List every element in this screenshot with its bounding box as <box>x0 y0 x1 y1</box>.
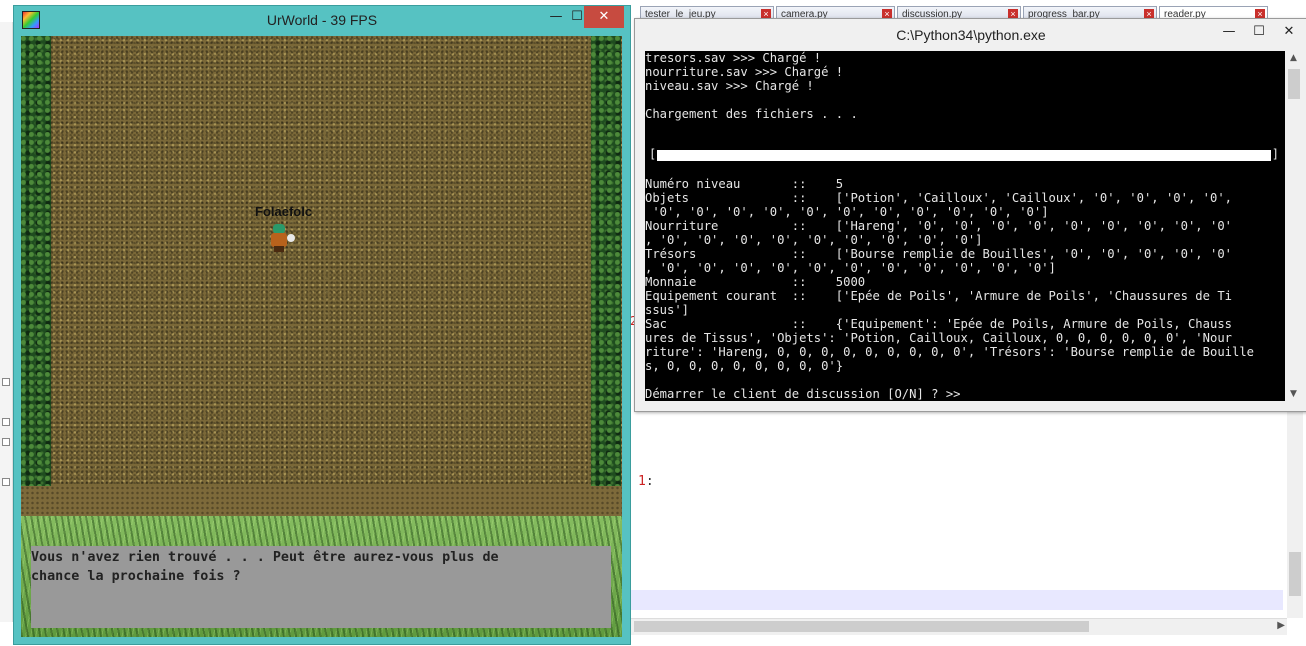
loading-progress-bar: [ ] <box>649 147 1279 161</box>
console-window[interactable]: C:\Python34\python.exe — ☐ ✕ tresors.sav… <box>634 18 1306 412</box>
scrollbar-thumb[interactable] <box>1288 69 1300 99</box>
player-character: Folaefolc <box>255 204 313 254</box>
maximize-button[interactable]: ☐ <box>1245 21 1273 43</box>
console-line: , '0', '0', '0', '0', '0', '0', '0', '0'… <box>645 261 1056 275</box>
console-line: Démarrer le client de discussion [O/N] ?… <box>645 387 968 401</box>
dialog-line: chance la prochaine fois ? <box>31 569 241 584</box>
minimize-button[interactable]: — <box>1215 21 1243 43</box>
editor-horizontal-scrollbar[interactable]: ▶ <box>630 618 1287 635</box>
progress-open-bracket: [ <box>649 147 657 161</box>
console-vertical-scrollbar[interactable]: ▲ ▼ <box>1286 51 1303 401</box>
fold-marker-icon[interactable] <box>2 418 10 426</box>
player-sprite-icon <box>267 224 295 254</box>
scroll-down-icon[interactable]: ▼ <box>1290 389 1297 399</box>
progress-fill <box>657 150 1271 161</box>
scroll-right-icon[interactable]: ▶ <box>1277 620 1285 631</box>
close-button[interactable]: ✕ <box>584 6 624 28</box>
console-line: Sac :: {'Equipement': 'Epée de Poils, Ar… <box>645 317 1232 331</box>
player-name-label: Folaefolc <box>255 204 313 219</box>
console-line: Chargement des fichiers . . . <box>645 107 858 121</box>
window-title: C:\Python34\python.exe <box>896 27 1046 43</box>
console-lines-top: tresors.sav >>> Chargé ! nourriture.sav >… <box>645 51 1285 149</box>
console-line: niveau.sav >>> Chargé ! <box>645 79 814 93</box>
console-line: tresors.sav >>> Chargé ! <box>645 51 822 65</box>
console-line: '0', '0', '0', '0', '0', '0', '0', '0', … <box>645 205 1049 219</box>
hedge-wall-left <box>21 36 51 486</box>
fold-marker-icon[interactable] <box>2 438 10 446</box>
scrollbar-thumb[interactable] <box>634 621 1089 632</box>
close-button[interactable]: ✕ <box>1275 21 1303 43</box>
line-number: 1: <box>638 474 654 489</box>
console-line: nourriture.sav >>> Chargé ! <box>645 65 844 79</box>
editor-vertical-scrollbar[interactable] <box>1287 410 1303 618</box>
fold-marker-icon[interactable] <box>2 378 10 386</box>
scrollbar-thumb[interactable] <box>1289 552 1301 596</box>
dialog-line: Vous n'avez rien trouvé . . . Peut être … <box>31 550 499 565</box>
dialog-text: Vous n'avez rien trouvé . . . Peut être … <box>31 546 611 586</box>
console-line: Objets :: ['Potion', 'Cailloux', 'Caillo… <box>645 191 1232 205</box>
window-title: UrWorld - 39 FPS <box>266 12 378 28</box>
console-line: riture': 'Hareng, 0, 0, 0, 0, 0, 0, 0, 0… <box>645 345 1255 359</box>
console-line: Nourriture :: ['Hareng', '0', '0', '0', … <box>645 219 1232 233</box>
console-lines-bottom: Numéro niveau :: 5 Objets :: ['Potion', '… <box>645 163 1254 401</box>
progress-close-bracket: ] <box>1271 147 1279 161</box>
console-output[interactable]: tresors.sav >>> Chargé ! nourriture.sav >… <box>645 51 1285 401</box>
console-line: , '0', '0', '0', '0', '0', '0', '0', '0'… <box>645 233 983 247</box>
dialog-box: Vous n'avez rien trouvé . . . Peut être … <box>31 546 611 628</box>
console-line: ssus'] <box>645 303 690 317</box>
current-line-highlight <box>630 590 1283 610</box>
console-line: s, 0, 0, 0, 0, 0, 0, 0, 0'} <box>645 359 844 373</box>
dirt-path <box>21 486 622 518</box>
scroll-up-icon[interactable]: ▲ <box>1290 53 1297 63</box>
console-line: Monnaie :: 5000 <box>645 275 866 289</box>
game-window[interactable]: UrWorld - 39 FPS — ☐ ✕ Folaefolc Vous n'… <box>14 6 630 644</box>
fold-marker-icon[interactable] <box>2 478 10 486</box>
console-line: ures de Tissus', 'Objets': 'Potion, Cail… <box>645 331 1232 345</box>
console-line: Trésors :: ['Bourse remplie de Bouilles'… <box>645 247 1232 261</box>
hedge-wall-right <box>591 36 621 486</box>
editor-fold-margin <box>0 22 13 622</box>
game-viewport[interactable]: Folaefolc Vous n'avez rien trouvé . . . … <box>21 36 622 637</box>
console-line: Equipement courant :: ['Epée de Poils', … <box>645 289 1232 303</box>
console-line: Numéro niveau :: 5 <box>645 177 844 191</box>
game-titlebar[interactable]: UrWorld - 39 FPS — ☐ ✕ <box>14 6 630 34</box>
